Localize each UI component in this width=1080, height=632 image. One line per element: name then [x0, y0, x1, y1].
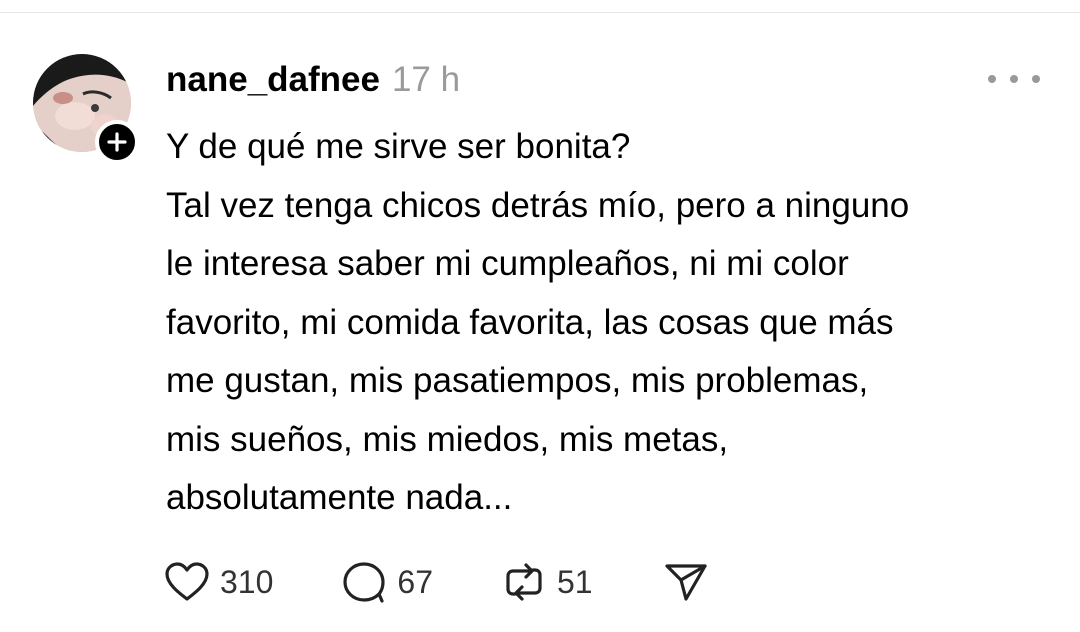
post-header: nane_dafnee 17 h [166, 60, 460, 104]
username[interactable]: nane_dafnee [166, 60, 380, 100]
comment-icon [343, 562, 385, 603]
post-line: absolutamente nada... [166, 478, 513, 517]
repost-button[interactable]: 51 [501, 560, 593, 604]
post-line: favorito, mi comida favorita, las cosas … [166, 302, 894, 342]
plus-icon [107, 132, 127, 152]
more-options-button[interactable] [988, 64, 1040, 94]
post-text: Y de qué me sirve ser bonita? Tal vez te… [166, 118, 1046, 528]
avatar-container[interactable] [33, 54, 139, 164]
more-dot-icon [988, 75, 996, 83]
post-line: me gustan, mis pasatiempos, mis problema… [166, 361, 869, 400]
follow-button[interactable] [95, 120, 139, 164]
repost-icon [506, 563, 542, 601]
post-line: le interesa saber mi cumpleaños, ni mi c… [166, 244, 849, 283]
repost-count: 51 [556, 563, 593, 600]
action-bar: 310 67 51 [164, 558, 709, 606]
heart-icon [165, 562, 209, 601]
thread-post: nane_dafnee 17 h Y de qué me sirve ser b… [0, 0, 1080, 632]
reply-count: 67 [397, 563, 433, 600]
like-button[interactable]: 310 [164, 561, 273, 603]
post-line: mis sueños, mis miedos, mis metas, [166, 419, 729, 459]
post-line: Tal vez tenga chicos detrás mío, pero a … [166, 185, 910, 225]
reply-button[interactable]: 67 [341, 560, 433, 604]
more-dot-icon [1032, 75, 1040, 83]
send-icon [664, 564, 707, 601]
share-button[interactable] [663, 561, 709, 603]
post-line: Y de qué me sirve ser bonita? [166, 127, 631, 166]
more-dot-icon [1010, 75, 1018, 83]
like-count: 310 [220, 563, 274, 600]
post-time: 17 h [391, 60, 461, 99]
